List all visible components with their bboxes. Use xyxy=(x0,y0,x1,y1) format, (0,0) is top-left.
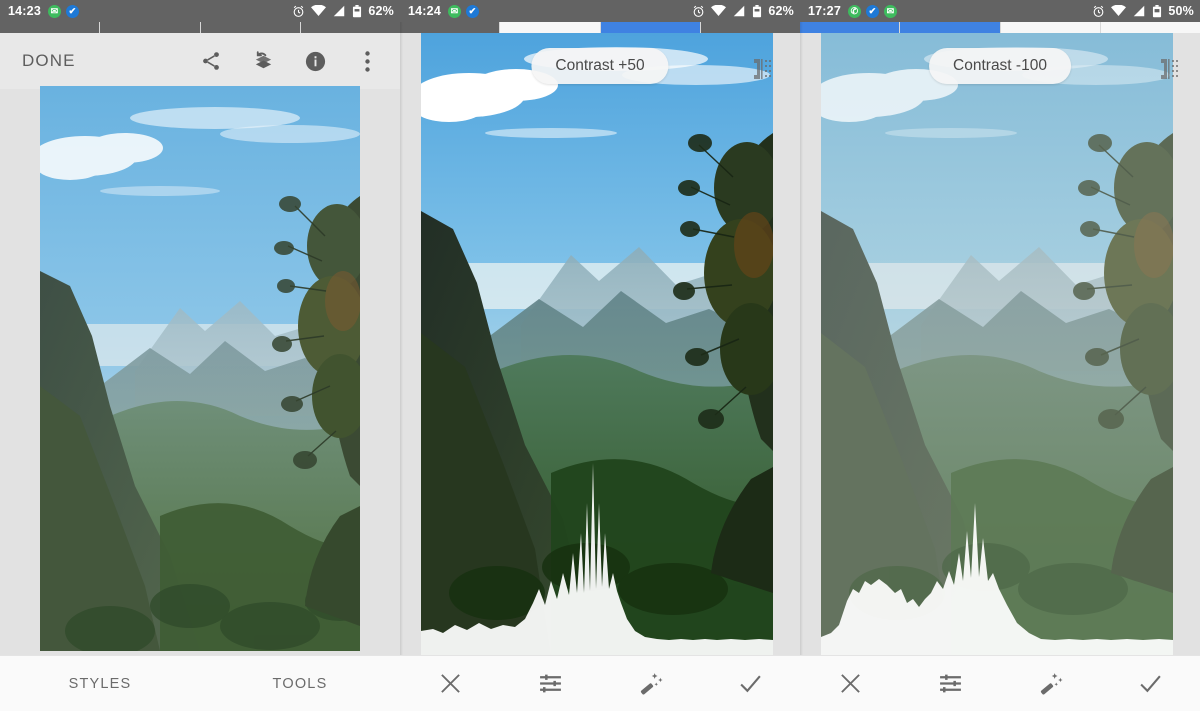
battery-icon xyxy=(352,4,362,18)
tab-tools[interactable]: TOOLS xyxy=(200,676,400,692)
status-bar: 14:24 ✉ ✔ 62% xyxy=(400,0,800,22)
photo-image xyxy=(421,33,773,655)
status-left-icons: ✉ ✔ xyxy=(47,4,79,18)
signal-icon xyxy=(732,5,746,17)
verified-check-icon: ✔ xyxy=(865,4,879,18)
apply-button[interactable] xyxy=(1100,671,1200,696)
verified-check-icon: ✔ xyxy=(65,4,79,18)
photo-image xyxy=(821,33,1173,655)
magic-wand-button[interactable] xyxy=(1000,671,1100,696)
signal-icon xyxy=(332,5,346,17)
panel-editor-home: 14:23 ✉ ✔ 62% DONE STYLES TOOLS xyxy=(0,0,400,711)
status-right-icons: 50% xyxy=(1092,4,1194,18)
battery-percent: 50% xyxy=(1168,4,1194,18)
screenshot-root: 14:23 ✉ ✔ 62% DONE STYLES TOOLS 14:24 ✉ … xyxy=(0,0,1200,711)
alarm-icon xyxy=(292,5,305,18)
alarm-icon xyxy=(692,5,705,18)
alarm-icon xyxy=(1092,5,1105,18)
photo-canvas[interactable] xyxy=(40,86,360,651)
battery-percent: 62% xyxy=(368,4,394,18)
share-icon[interactable] xyxy=(198,48,224,74)
battery-percent: 62% xyxy=(768,4,794,18)
bottom-tab-bar: STYLES TOOLS xyxy=(0,655,400,711)
status-time: 14:24 xyxy=(408,4,441,18)
wifi-icon xyxy=(311,4,327,17)
adjustment-badge: Contrast +50 xyxy=(531,48,669,84)
status-right-icons: 62% xyxy=(292,4,394,18)
cancel-button[interactable] xyxy=(800,672,900,695)
photo-image xyxy=(40,86,360,651)
done-button[interactable]: DONE xyxy=(22,51,76,71)
adjustment-badge: Contrast -100 xyxy=(929,48,1071,84)
adjust-sliders-button[interactable] xyxy=(900,671,1000,696)
undo-stack-icon[interactable] xyxy=(250,48,276,74)
signal-icon xyxy=(1132,5,1146,17)
verified-check-icon: ✔ xyxy=(465,4,479,18)
apply-button[interactable] xyxy=(700,671,800,696)
message-icon: ✉ xyxy=(883,4,897,18)
cancel-button[interactable] xyxy=(400,672,500,695)
status-bar: 17:27 ✆ ✔ ✉ 50% xyxy=(800,0,1200,22)
battery-icon xyxy=(1152,4,1162,18)
bottom-tool-bar xyxy=(800,655,1200,711)
photo-canvas[interactable] xyxy=(821,33,1173,655)
panel-contrast-plus-50: 14:24 ✉ ✔ 62% Contrast +50 xyxy=(400,0,800,711)
message-icon: ✉ xyxy=(47,4,61,18)
tab-styles[interactable]: STYLES xyxy=(0,676,200,692)
battery-icon xyxy=(752,4,762,18)
message-icon: ✉ xyxy=(447,4,461,18)
adjust-sliders-button[interactable] xyxy=(500,671,600,696)
progress-segments xyxy=(800,22,1200,33)
bottom-tool-bar xyxy=(400,655,800,711)
photo-canvas[interactable] xyxy=(421,33,773,655)
app-toolbar: DONE xyxy=(0,33,400,89)
status-left-icons: ✉ ✔ xyxy=(447,4,479,18)
status-time: 14:23 xyxy=(8,4,41,18)
wifi-icon xyxy=(711,4,727,17)
progress-segments xyxy=(400,22,800,33)
panel-contrast-minus-100: 17:27 ✆ ✔ ✉ 50% Contrast -100 xyxy=(800,0,1200,711)
whatsapp-icon: ✆ xyxy=(847,4,861,18)
overflow-menu-icon[interactable] xyxy=(354,48,380,74)
progress-segments xyxy=(0,22,400,33)
compare-split-icon[interactable] xyxy=(1158,57,1180,81)
magic-wand-button[interactable] xyxy=(600,671,700,696)
info-icon[interactable] xyxy=(302,48,328,74)
status-left-icons: ✆ ✔ ✉ xyxy=(847,4,897,18)
status-right-icons: 62% xyxy=(692,4,794,18)
compare-split-icon[interactable] xyxy=(751,57,773,81)
status-bar: 14:23 ✉ ✔ 62% xyxy=(0,0,400,22)
status-time: 17:27 xyxy=(808,4,841,18)
wifi-icon xyxy=(1111,4,1127,17)
